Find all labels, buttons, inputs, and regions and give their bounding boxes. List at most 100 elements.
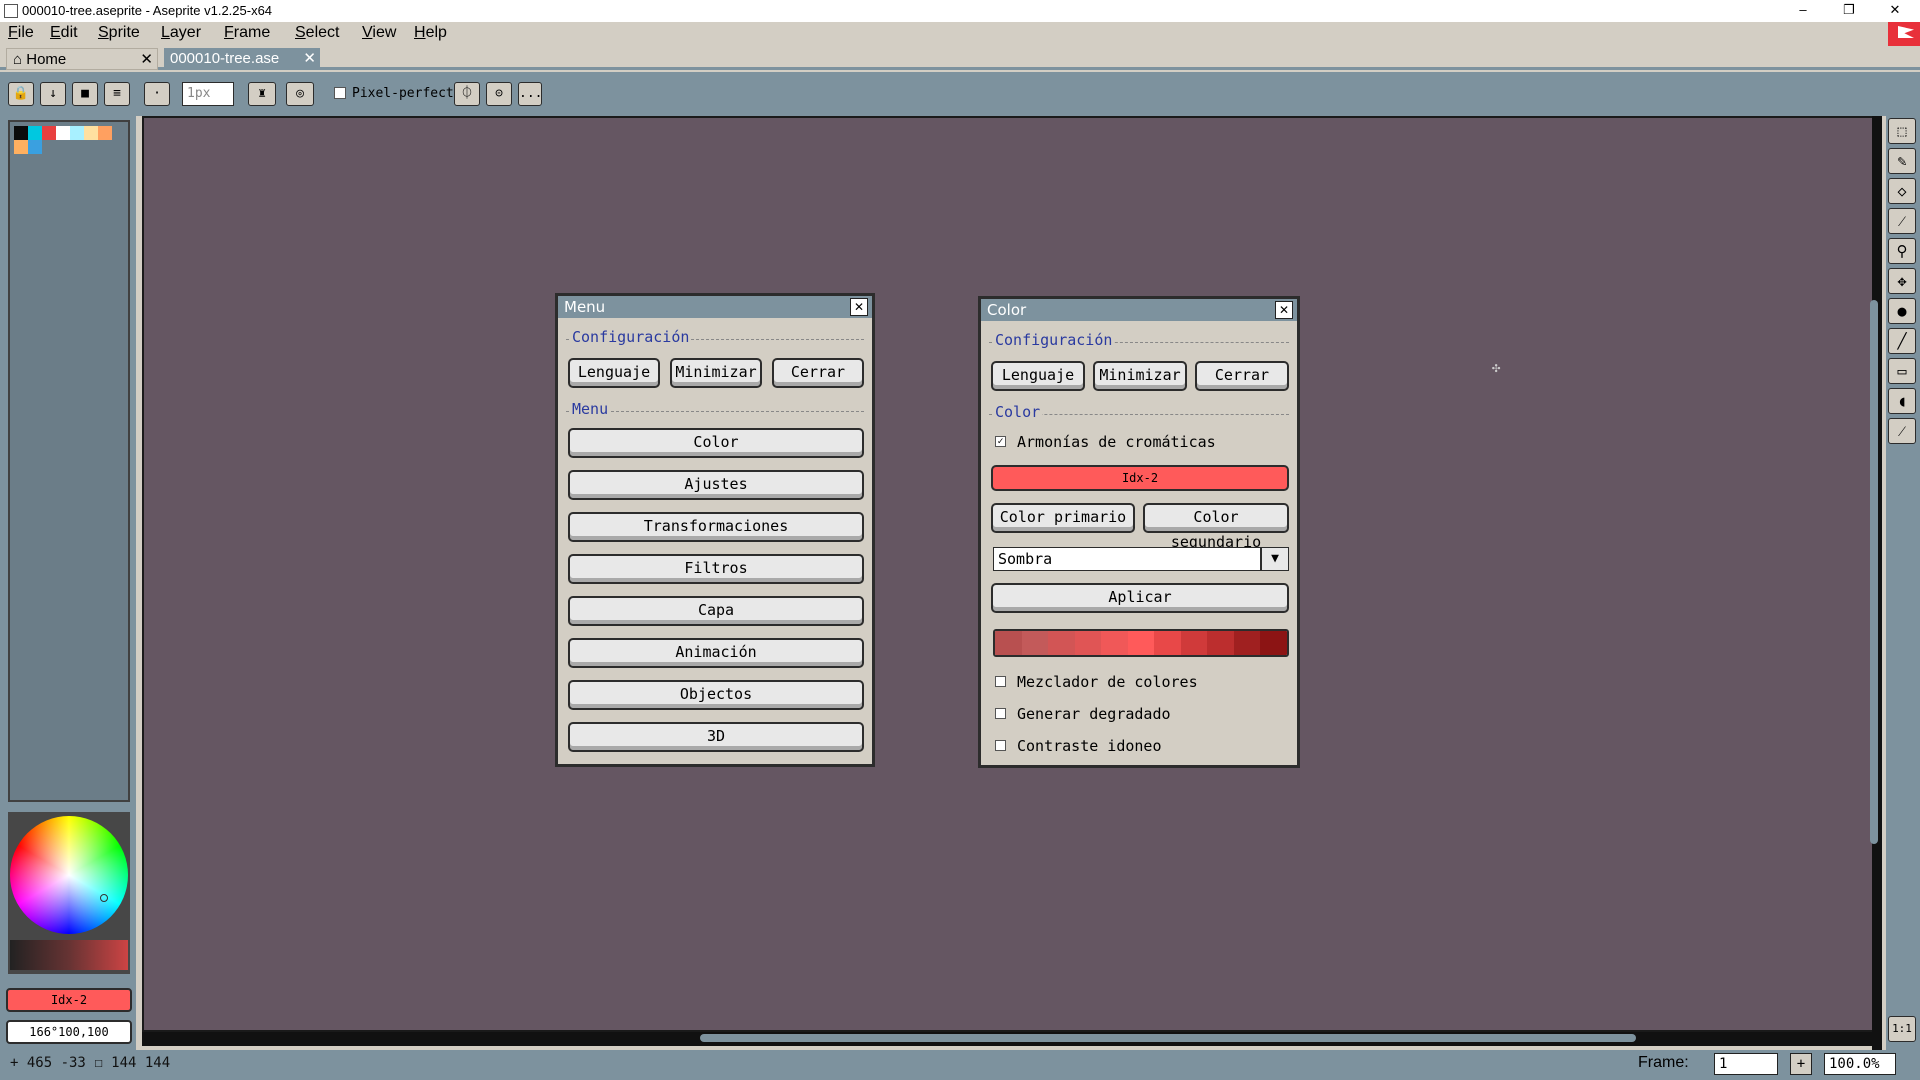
add-frame-button[interactable]: + — [1790, 1053, 1812, 1075]
brush-dot-icon[interactable]: · — [144, 82, 170, 106]
menu-dialog-close-icon[interactable]: ✕ — [850, 298, 868, 316]
zoom-input[interactable]: 100.0% — [1824, 1053, 1896, 1075]
menu-frame[interactable]: Frame — [224, 24, 270, 42]
minimizar-button[interactable]: Minimizar — [670, 358, 762, 388]
contraste-checkbox[interactable] — [995, 740, 1006, 751]
cerrar-button[interactable]: Cerrar — [772, 358, 864, 388]
color-cerrar-button[interactable]: Cerrar — [1195, 361, 1289, 391]
color-segundario-button[interactable]: Color segundario — [1143, 503, 1289, 551]
chevron-down-icon[interactable]: ▼ — [1261, 547, 1289, 571]
square-brush-icon[interactable]: ■ — [72, 82, 98, 106]
menu-layer[interactable]: Layer — [161, 24, 201, 42]
pixel-perfect-checkbox[interactable] — [334, 87, 346, 99]
more-options-button[interactable]: ... — [518, 82, 542, 106]
opacity-icon[interactable]: ◎ — [286, 82, 314, 106]
mezclador-checkbox[interactable] — [995, 676, 1006, 687]
palette-swatch[interactable] — [28, 126, 42, 140]
horizontal-scrollbar[interactable] — [700, 1034, 1636, 1042]
tab-home-close-icon[interactable]: ✕ — [140, 50, 153, 68]
mode-select[interactable]: Sombra — [993, 547, 1261, 571]
shade-swatch[interactable] — [1127, 631, 1155, 655]
menu-3d-button[interactable]: 3D — [568, 722, 864, 752]
eraser-tool-icon[interactable]: ◇ — [1888, 178, 1916, 204]
shade-swatch[interactable] — [1180, 631, 1208, 655]
ink-icon[interactable]: ♜ — [248, 82, 276, 106]
palette-swatch[interactable] — [14, 126, 28, 140]
shade-swatch[interactable] — [1074, 631, 1102, 655]
zoom-tool-icon[interactable]: ⚲ — [1888, 238, 1916, 264]
color-wheel-selector[interactable] — [100, 894, 108, 902]
shade-swatch[interactable] — [1154, 631, 1181, 655]
menu-transformaciones-button[interactable]: Transformaciones — [568, 512, 864, 542]
shade-swatch[interactable] — [1260, 631, 1287, 655]
color-config-separator: Configuración — [989, 331, 1289, 349]
harmonies-checkbox[interactable]: ✓ — [995, 436, 1006, 447]
menu-color-button[interactable]: Color — [568, 428, 864, 458]
restore-button[interactable]: ❐ — [1826, 0, 1872, 22]
palette-swatch[interactable] — [84, 126, 98, 140]
shade-swatch[interactable] — [1048, 631, 1075, 655]
color-primario-button[interactable]: Color primario — [991, 503, 1135, 533]
menu-view[interactable]: View — [362, 24, 396, 42]
pencil-tool-icon[interactable]: ✎ — [1888, 148, 1916, 174]
brush-tool-icon[interactable]: ⁄ — [1888, 418, 1916, 444]
symmetry-v-icon[interactable]: ⊝ — [486, 82, 512, 106]
lenguaje-button[interactable]: Lenguaje — [568, 358, 660, 388]
aplicar-button[interactable]: Aplicar — [991, 583, 1289, 613]
palette-swatch[interactable] — [70, 126, 84, 140]
foreground-color-button[interactable]: Idx-2 — [6, 988, 132, 1012]
palette-swatch[interactable] — [98, 126, 112, 140]
shade-strip[interactable] — [10, 940, 128, 970]
menu-edit[interactable]: Edit — [50, 24, 78, 42]
color-dialog-close-icon[interactable]: ✕ — [1275, 301, 1293, 319]
symmetry-h-icon[interactable]: ⏀ — [454, 82, 480, 106]
tab-file-close-icon[interactable]: ✕ — [303, 49, 316, 67]
degradado-label: Generar degradado — [1017, 705, 1171, 723]
menu-select[interactable]: Select — [295, 24, 339, 42]
menu-objectos-button[interactable]: Objectos — [568, 680, 864, 710]
palette-swatch[interactable] — [28, 140, 42, 154]
menu-animacion-button[interactable]: Animación — [568, 638, 864, 668]
menu-sprite[interactable]: Sprite — [98, 24, 140, 42]
shade-swatch[interactable] — [1101, 631, 1128, 655]
color-value-field[interactable]: 166°100,100 — [6, 1020, 132, 1044]
color-wheel[interactable] — [10, 816, 128, 934]
generated-shades-strip[interactable] — [993, 629, 1289, 657]
idx-color-button[interactable]: Idx-2 — [991, 465, 1289, 491]
color-minimizar-button[interactable]: Minimizar — [1093, 361, 1187, 391]
menu-file[interactable]: File — [8, 24, 34, 42]
menu-ajustes-button[interactable]: Ajustes — [568, 470, 864, 500]
close-window-button[interactable]: ✕ — [1872, 0, 1918, 22]
palette-swatch[interactable] — [14, 140, 28, 154]
degradado-checkbox[interactable] — [995, 708, 1006, 719]
menu-lines-icon[interactable]: ≡ — [104, 82, 130, 106]
move-tool-icon[interactable]: ✥ — [1888, 268, 1916, 294]
blur-tool-icon[interactable]: ◖ — [1888, 388, 1916, 414]
fill-tool-icon[interactable]: ● — [1888, 298, 1916, 324]
brush-size-input[interactable]: 1px — [182, 82, 234, 106]
arrow-down-icon[interactable]: ↓ — [40, 82, 66, 106]
eyedropper-tool-icon[interactable]: ⁄ — [1888, 208, 1916, 234]
color-dialog-title-bar[interactable]: Color ✕ — [981, 299, 1297, 321]
shade-swatch[interactable] — [995, 631, 1022, 655]
menu-filtros-button[interactable]: Filtros — [568, 554, 864, 584]
marquee-tool-icon[interactable]: ⬚ — [1888, 118, 1916, 144]
palette-swatch[interactable] — [56, 126, 70, 140]
tab-home[interactable]: ⌂ Home ✕ — [6, 48, 158, 70]
palette-swatch[interactable] — [42, 126, 56, 140]
line-tool-icon[interactable]: ╱ — [1888, 328, 1916, 354]
shade-swatch[interactable] — [1207, 631, 1234, 655]
shade-swatch[interactable] — [1021, 631, 1049, 655]
lock-icon[interactable]: 🔒 — [8, 82, 34, 106]
actual-size-icon[interactable]: 1:1 — [1888, 1016, 1916, 1042]
vertical-scrollbar[interactable] — [1870, 300, 1878, 844]
menu-help[interactable]: Help — [414, 24, 447, 42]
menu-capa-button[interactable]: Capa — [568, 596, 864, 626]
tab-file[interactable]: 000010-tree.ase ✕ — [164, 48, 320, 70]
color-lenguaje-button[interactable]: Lenguaje — [991, 361, 1085, 391]
rectangle-tool-icon[interactable]: ▭ — [1888, 358, 1916, 384]
frame-number-input[interactable]: 1 — [1714, 1053, 1778, 1075]
minimize-button[interactable]: – — [1780, 0, 1826, 22]
menu-dialog-title-bar[interactable]: Menu ✕ — [558, 296, 872, 318]
shade-swatch[interactable] — [1233, 631, 1261, 655]
